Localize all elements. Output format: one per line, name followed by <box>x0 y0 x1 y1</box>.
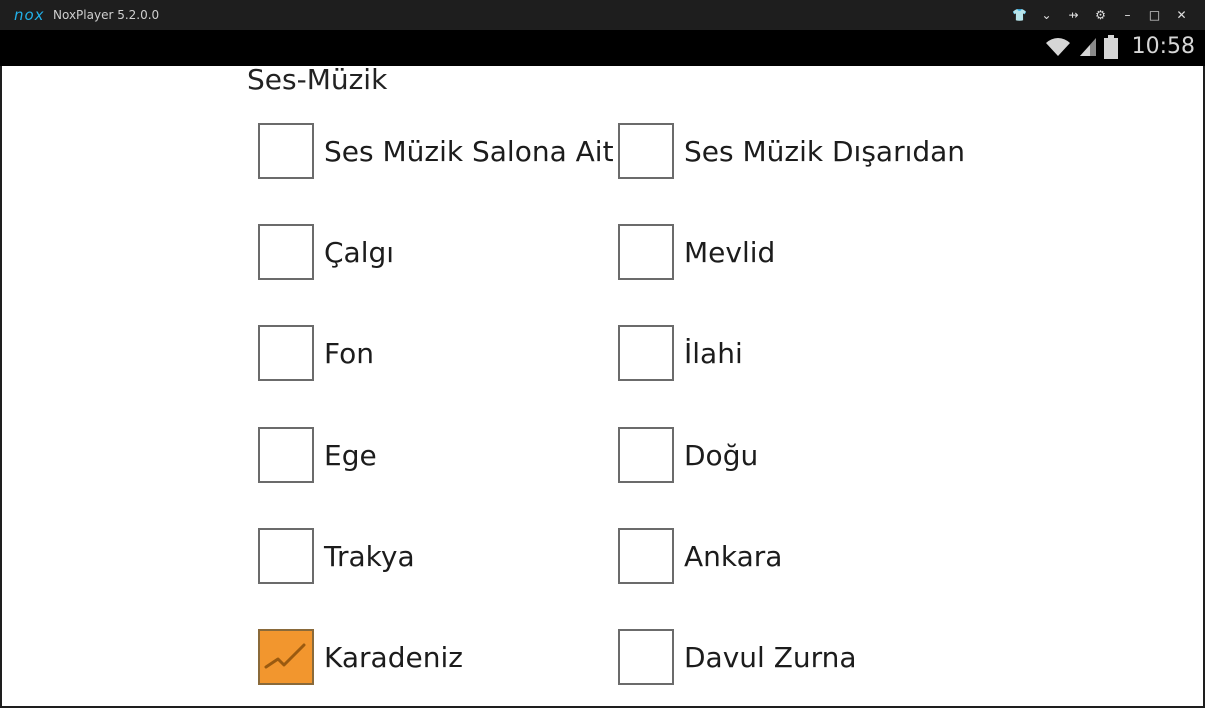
checkmark-icon <box>264 643 306 669</box>
chevron-down-icon[interactable]: ⌄ <box>1033 4 1060 26</box>
checkbox-label: Doğu <box>684 438 759 472</box>
checkbox-unchecked[interactable] <box>618 427 674 483</box>
checkbox-label: İlahi <box>684 336 743 370</box>
checkbox-unchecked[interactable] <box>618 123 674 179</box>
android-status-bar: 10:58 <box>0 30 1205 66</box>
checkbox-label: Fon <box>324 336 374 370</box>
nox-logo: nox <box>14 6 45 24</box>
checkbox-label: Çalgı <box>324 235 395 269</box>
checkbox-unchecked[interactable] <box>258 427 314 483</box>
battery-icon <box>1103 34 1118 59</box>
window-title: NoxPlayer 5.2.0.0 <box>53 8 160 22</box>
window-titlebar: nox NoxPlayer 5.2.0.0 👕 ⌄ ⇸ ⚙ – □ ✕ <box>0 0 1205 30</box>
checkbox-unchecked[interactable] <box>618 325 674 381</box>
checkbox-option[interactable]: Trakya <box>258 525 415 587</box>
checkbox-option[interactable]: Ses Müzik Salona Ait <box>258 120 614 182</box>
checkbox-unchecked[interactable] <box>618 224 674 280</box>
gear-icon[interactable]: ⚙ <box>1087 4 1114 26</box>
close-icon[interactable]: ✕ <box>1168 4 1195 26</box>
checkbox-option[interactable]: Davul Zurna <box>618 626 857 688</box>
checkbox-option[interactable]: Mevlid <box>618 221 775 283</box>
checkbox-unchecked[interactable] <box>258 224 314 280</box>
clock: 10:58 <box>1131 34 1195 59</box>
checkbox-option[interactable]: İlahi <box>618 322 743 384</box>
checkbox-option[interactable]: Çalgı <box>258 221 394 283</box>
checkbox-checked[interactable] <box>258 629 314 685</box>
signal-icon <box>1079 37 1096 56</box>
checkbox-unchecked[interactable] <box>258 528 314 584</box>
checkbox-option[interactable]: Ankara <box>618 525 782 587</box>
checkbox-option[interactable]: Ege <box>258 424 377 486</box>
checkbox-option[interactable]: Fon <box>258 322 374 384</box>
checkbox-label: Mevlid <box>684 235 776 269</box>
checkbox-label: Ege <box>324 438 377 472</box>
checkbox-unchecked[interactable] <box>258 123 314 179</box>
checkbox-option[interactable]: Karadeniz <box>258 626 463 688</box>
checkbox-unchecked[interactable] <box>258 325 314 381</box>
section-title: Ses-Müzik <box>247 66 388 96</box>
checkbox-label: Karadeniz <box>324 640 463 674</box>
checkbox-label: Trakya <box>324 539 415 573</box>
shirt-icon[interactable]: 👕 <box>1006 4 1033 26</box>
status-icons: 10:58 <box>1044 34 1195 59</box>
checkbox-option[interactable]: Ses Müzik Dışarıdan <box>618 120 965 182</box>
checkbox-option[interactable]: Doğu <box>618 424 758 486</box>
wifi-icon <box>1045 37 1070 56</box>
checkbox-label: Ankara <box>684 539 783 573</box>
checkbox-unchecked[interactable] <box>618 528 674 584</box>
window-controls: 👕 ⌄ ⇸ ⚙ – □ ✕ <box>1006 4 1195 26</box>
maximize-icon[interactable]: □ <box>1141 4 1168 26</box>
checkbox-label: Ses Müzik Salona Ait <box>324 134 614 168</box>
checkbox-unchecked[interactable] <box>618 629 674 685</box>
app-screen: Ses-Müzik Ses Müzik Salona Ait Çalgı Fon Eg… <box>2 66 1203 706</box>
minimize-icon[interactable]: – <box>1114 4 1141 26</box>
pin-icon[interactable]: ⇸ <box>1060 4 1087 26</box>
checkbox-label: Ses Müzik Dışarıdan <box>684 134 966 168</box>
checkbox-label: Davul Zurna <box>684 640 857 674</box>
